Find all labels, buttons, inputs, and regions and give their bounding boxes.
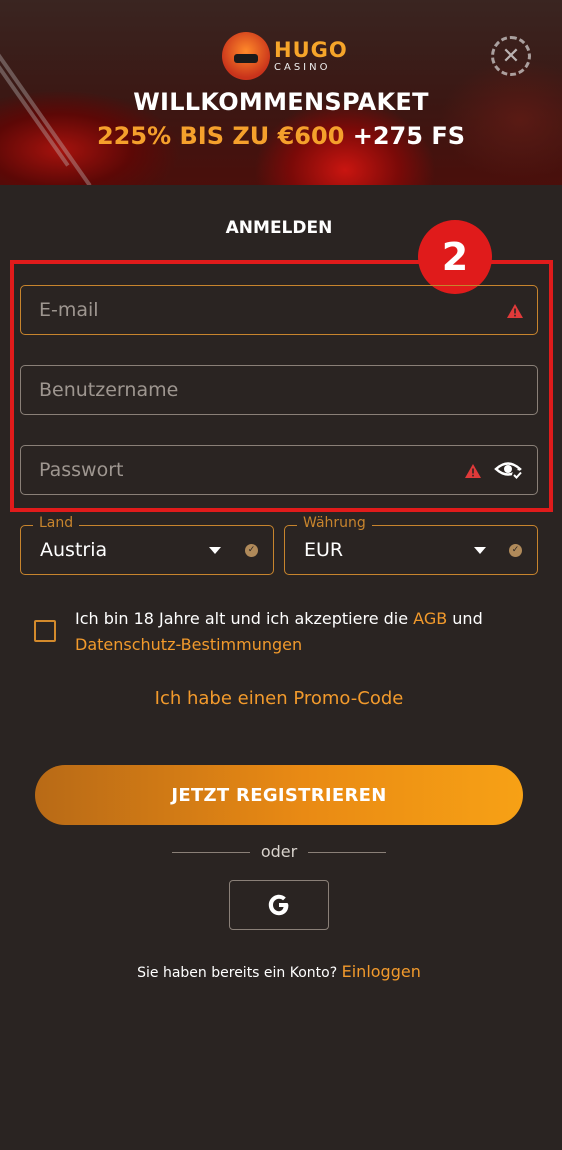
username-field-wrapper [20, 365, 538, 415]
casino-logo: HUGO CASINO [222, 32, 348, 80]
check-icon: ✓ [509, 544, 522, 557]
google-login-button[interactable] [229, 880, 329, 930]
currency-select[interactable]: Währung EUR ✓ [284, 515, 538, 575]
banner-offer: 225% BIS ZU €600 +275 FS [0, 122, 562, 150]
password-field-wrapper [20, 445, 538, 495]
email-field-wrapper [20, 285, 538, 335]
caret-down-icon [209, 547, 221, 554]
eye-icon[interactable] [494, 459, 524, 481]
username-field[interactable] [21, 366, 439, 414]
offer-spins: +275 FS [352, 122, 465, 150]
caret-down-icon [474, 547, 486, 554]
warning-icon [507, 304, 523, 318]
country-value: Austria [40, 539, 108, 561]
logo-name: HUGO [274, 37, 348, 62]
login-prompt: Sie haben bereits ein Konto? Einloggen [0, 962, 558, 981]
terms-text-2: und [447, 609, 483, 628]
close-button[interactable]: ✕ [491, 36, 531, 76]
privacy-link[interactable]: Datenschutz-Bestimmungen [75, 635, 302, 654]
close-icon: ✕ [501, 43, 521, 69]
currency-label: Währung [297, 515, 372, 531]
register-button[interactable]: JETZT REGISTRIEREN [35, 765, 523, 825]
promo-code-link[interactable]: Ich habe einen Promo-Code [0, 688, 558, 709]
agb-link[interactable]: AGB [413, 609, 447, 628]
country-select[interactable]: Land Austria ✓ [20, 515, 274, 575]
banner-decoration [0, 53, 92, 185]
check-icon: ✓ [245, 544, 258, 557]
or-label: oder [260, 842, 298, 861]
banner-title: WILLKOMMENSPAKET [133, 88, 429, 116]
password-field[interactable] [21, 446, 439, 494]
step-badge: 2 [418, 220, 492, 294]
country-label: Land [33, 515, 80, 531]
warning-icon [465, 464, 481, 478]
logo-sub: CASINO [274, 61, 331, 73]
email-field[interactable] [21, 286, 439, 334]
google-icon [268, 894, 289, 916]
login-prompt-text: Sie haben bereits ein Konto? [137, 965, 338, 981]
login-link[interactable]: Einloggen [342, 962, 421, 981]
terms-text-1: Ich bin 18 Jahre alt und ich akzeptiere … [75, 609, 414, 628]
terms-text: Ich bin 18 Jahre alt und ich akzeptiere … [75, 606, 515, 658]
terms-checkbox[interactable] [34, 620, 56, 642]
currency-value: EUR [304, 539, 344, 561]
divider-right [308, 852, 386, 853]
rooster-logo-icon [222, 32, 270, 80]
offer-bonus: 225% BIS ZU €600 [96, 122, 345, 150]
